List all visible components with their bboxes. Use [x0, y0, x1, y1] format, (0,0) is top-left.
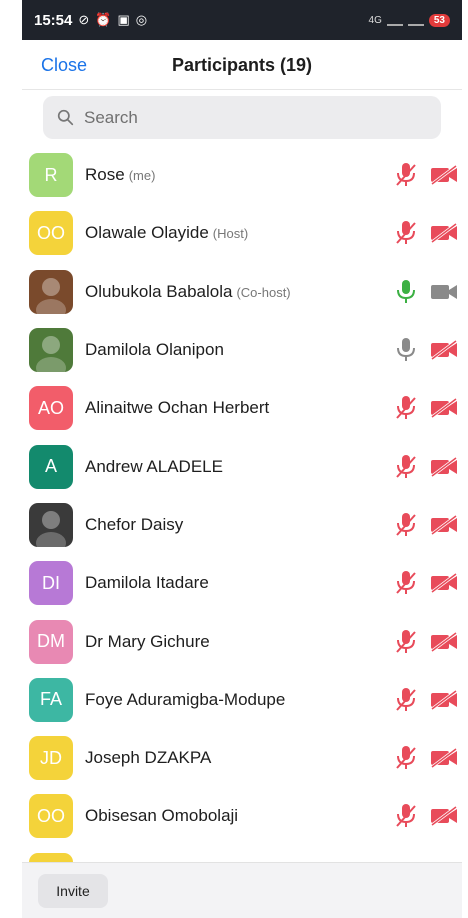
- participant-name: Olawale Olayide (Host): [85, 223, 248, 243]
- bottom-bar: Invite: [22, 862, 462, 918]
- participant-role: (Co-host): [236, 284, 291, 300]
- mic-icon[interactable]: [394, 337, 418, 363]
- app-frame: 15:54 ⊘ ⏰ ▣ ◎ 4G 53 Close Participants (…: [22, 0, 462, 918]
- status-notification-icons: ⊘ ⏰ ▣ ◎: [78, 12, 147, 28]
- video-off-icon[interactable]: [430, 339, 458, 361]
- participant-name: Chefor Daisy: [85, 515, 183, 535]
- mic-muted-icon[interactable]: [394, 220, 418, 246]
- participant-name-text: Joseph DZAKPA: [85, 748, 212, 768]
- header-divider: [22, 89, 462, 90]
- search-icon: [57, 109, 74, 126]
- participant-name: Rose (me): [85, 165, 155, 185]
- avatar: FA: [29, 677, 73, 722]
- participant-name-text: Alinaitwe Ochan Herbert: [85, 398, 270, 418]
- participant-name-text: Dr Mary Gichure: [85, 631, 210, 651]
- video-off-icon[interactable]: [430, 805, 458, 827]
- participant-name: Joseph DZAKPA: [85, 748, 211, 768]
- avatar: JD: [29, 736, 73, 781]
- mic-muted-icon[interactable]: [394, 570, 418, 596]
- instagram-icon: ◎: [135, 12, 148, 27]
- participant-name: Dr Mary Gichure: [85, 632, 210, 652]
- participant-row[interactable]: R Rose (me): [22, 146, 462, 204]
- participant-list: R Rose (me) OO Olawale Olayide (Host) Olubukol…: [22, 146, 462, 904]
- page-title: Participants (19): [171, 54, 313, 75]
- avatar-photo: [29, 328, 73, 373]
- avatar: OO: [29, 211, 73, 256]
- signal-icon-2: [407, 14, 424, 26]
- invite-button[interactable]: Invite: [38, 874, 108, 908]
- no-disturb-icon: ⊘: [78, 12, 90, 27]
- mic-muted-icon[interactable]: [394, 395, 418, 421]
- participant-row[interactable]: Olubukola Babalola (Co-host): [22, 263, 462, 321]
- video-off-icon[interactable]: [430, 514, 458, 536]
- avatar: DI: [29, 561, 73, 606]
- participant-row[interactable]: JD Joseph DZAKPA: [22, 729, 462, 787]
- avatar-photo: [29, 269, 73, 314]
- participant-row[interactable]: Chefor Daisy: [22, 496, 462, 554]
- header: Close Participants (19): [22, 40, 462, 90]
- video-off-icon[interactable]: [430, 222, 458, 244]
- participant-row[interactable]: A Andrew ALADELE: [22, 437, 462, 495]
- video-off-icon[interactable]: [430, 164, 458, 186]
- participant-name: Foye Aduramigba-Modupe: [85, 690, 285, 710]
- video-off-icon[interactable]: [430, 689, 458, 711]
- participant-name-text: Andrew ALADELE: [85, 456, 223, 476]
- participant-name-text: Damilola Olanipon: [85, 340, 224, 360]
- participant-row[interactable]: AO Alinaitwe Ochan Herbert: [22, 379, 462, 437]
- participant-row[interactable]: OO Olawale Olayide (Host): [22, 204, 462, 262]
- mic-muted-icon[interactable]: [394, 687, 418, 713]
- avatar: A: [29, 444, 73, 489]
- mic-muted-icon[interactable]: [394, 454, 418, 480]
- participant-row[interactable]: FA Foye Aduramigba-Modupe: [22, 671, 462, 729]
- signal-icon: [386, 14, 403, 26]
- participant-name: Alinaitwe Ochan Herbert: [85, 398, 269, 418]
- participant-name: Andrew ALADELE: [85, 457, 223, 477]
- participant-row[interactable]: OO Obisesan Omobolaji: [22, 787, 462, 845]
- participant-name-text: Olawale Olayide: [85, 223, 209, 243]
- mic-muted-icon[interactable]: [394, 629, 418, 655]
- avatar-photo: [29, 502, 73, 547]
- status-right: 4G 53: [368, 13, 450, 27]
- participant-row[interactable]: DM Dr Mary Gichure: [22, 612, 462, 670]
- alarm-icon: ⏰: [95, 12, 112, 27]
- mic-icon[interactable]: [394, 279, 418, 305]
- participant-name-text: Damilola Itadare: [85, 573, 209, 593]
- participant-name: Damilola Itadare: [85, 573, 209, 593]
- status-bar: 15:54 ⊘ ⏰ ▣ ◎ 4G 53: [22, 0, 462, 40]
- close-button[interactable]: Close: [41, 55, 87, 76]
- search-input[interactable]: [82, 106, 426, 129]
- video-off-icon[interactable]: [430, 631, 458, 653]
- avatar: R: [29, 153, 73, 198]
- avatar: DM: [29, 619, 73, 664]
- battery-icon: 53: [428, 13, 450, 27]
- avatar: AO: [29, 386, 73, 431]
- video-off-icon[interactable]: [430, 747, 458, 769]
- participant-name-text: Foye Aduramigba-Modupe: [85, 689, 286, 709]
- video-icon[interactable]: [430, 281, 458, 303]
- status-time: 15:54: [34, 11, 73, 29]
- mic-muted-icon[interactable]: [394, 162, 418, 188]
- video-off-icon[interactable]: [430, 456, 458, 478]
- mic-muted-icon[interactable]: [394, 512, 418, 538]
- participant-row[interactable]: Damilola Olanipon: [22, 321, 462, 379]
- participant-role: (Host): [212, 226, 249, 242]
- participant-name-text: Chefor Daisy: [85, 514, 184, 534]
- nfc-icon: ▣: [117, 12, 130, 27]
- participant-name: Obisesan Omobolaji: [85, 806, 238, 826]
- network-label: 4G: [368, 14, 382, 26]
- video-off-icon[interactable]: [430, 397, 458, 419]
- mic-muted-icon[interactable]: [394, 745, 418, 771]
- mic-muted-icon[interactable]: [394, 803, 418, 829]
- participant-name: Olubukola Babalola (Co-host): [85, 282, 291, 302]
- video-off-icon[interactable]: [430, 572, 458, 594]
- participant-row[interactable]: DI Damilola Itadare: [22, 554, 462, 612]
- participant-name-text: Obisesan Omobolaji: [85, 806, 239, 826]
- participant-name: Damilola Olanipon: [85, 340, 224, 360]
- participant-role: (me): [128, 168, 156, 184]
- avatar: OO: [29, 794, 73, 839]
- participant-name-text: Olubukola Babalola: [85, 281, 233, 301]
- participant-name-text: Rose: [85, 165, 125, 185]
- search-bar[interactable]: [43, 96, 441, 139]
